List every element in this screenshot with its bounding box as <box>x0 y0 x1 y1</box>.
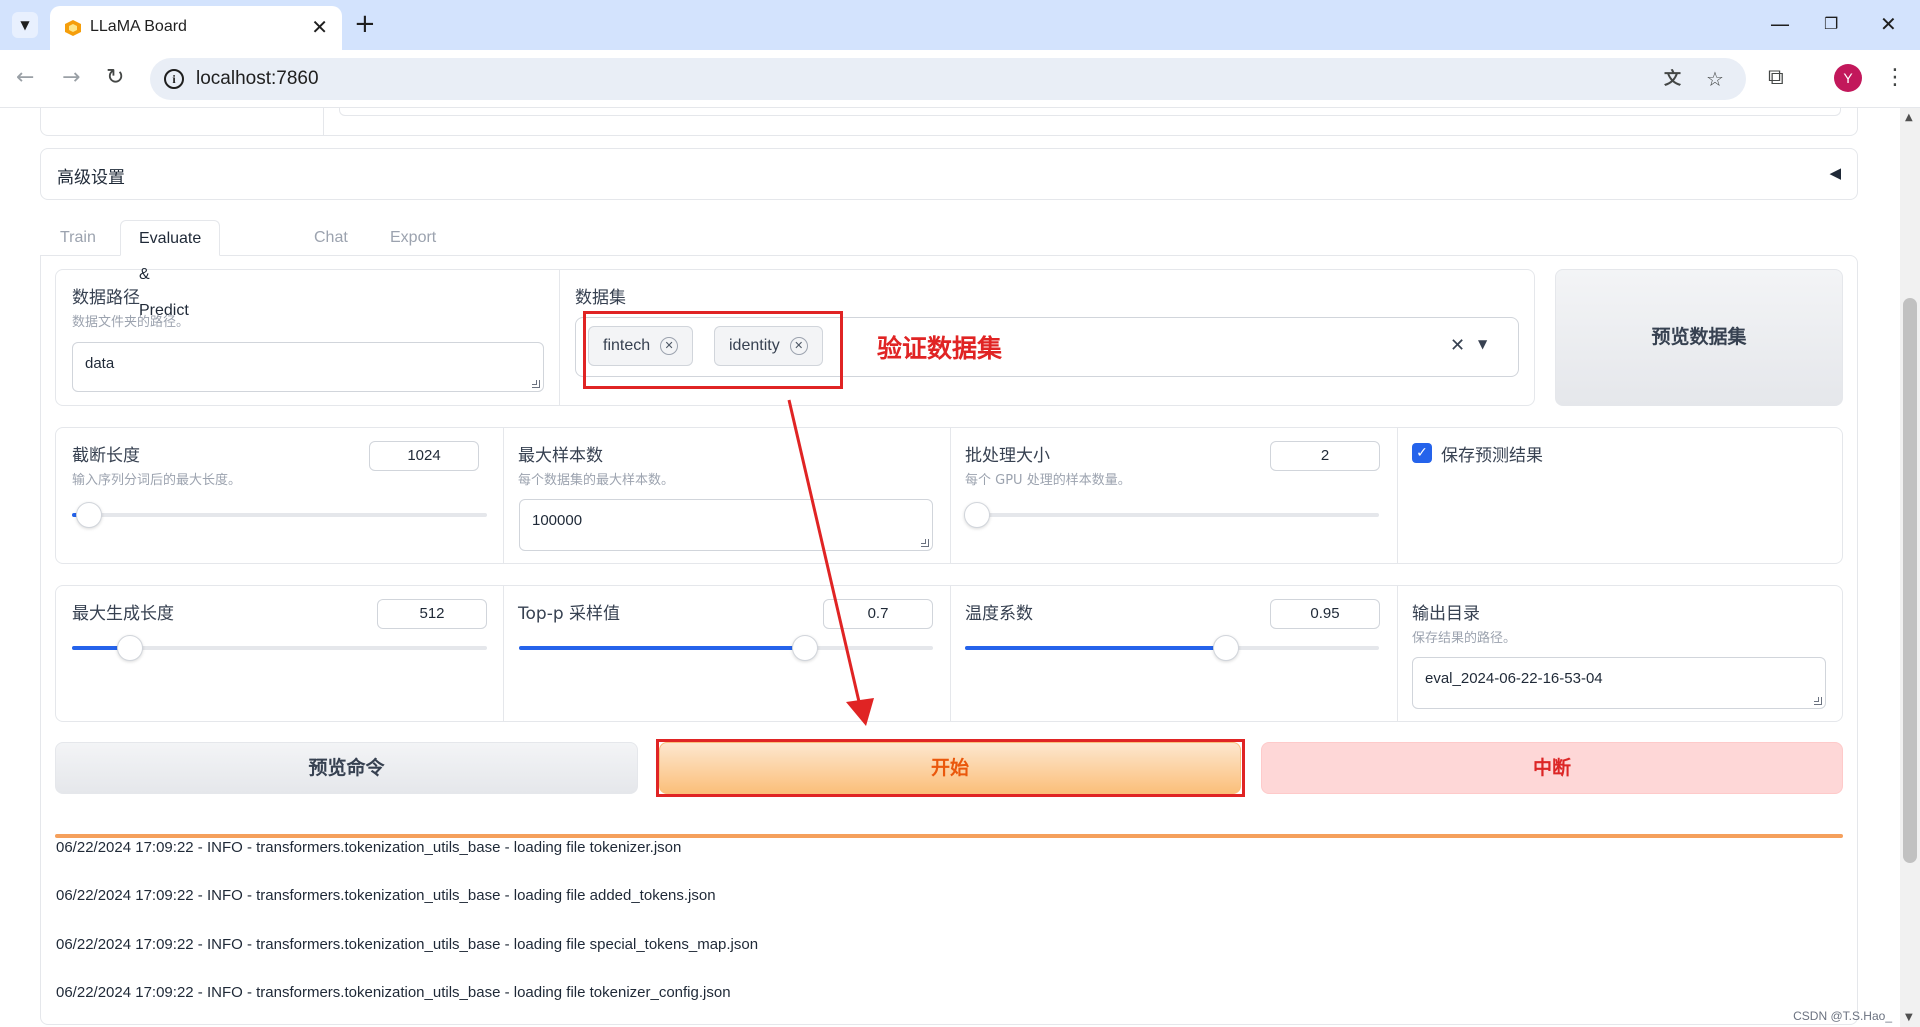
advanced-settings-title: 高级设置 <box>57 168 125 188</box>
preview-dataset-button[interactable]: 预览数据集 <box>1555 269 1843 406</box>
divider <box>1397 428 1398 563</box>
address-bar[interactable]: i localhost:7860 文 ☆ <box>150 58 1746 100</box>
browser-menu-icon[interactable]: ⋮ <box>1884 66 1906 90</box>
cutoff-len-label: 截断长度 <box>72 446 140 466</box>
dataset-dir-value: data <box>85 355 115 372</box>
previous-panel-input[interactable] <box>339 108 1841 116</box>
progress-bar <box>55 834 1843 838</box>
translate-icon[interactable]: 文 <box>1664 68 1681 90</box>
predict-checkbox[interactable]: ✓ <box>1412 443 1432 463</box>
start-annotation-box <box>656 739 1245 797</box>
url-text: localhost:7860 <box>196 68 319 89</box>
tab-close-icon[interactable]: ✕ <box>311 15 328 39</box>
forward-icon[interactable]: → <box>62 66 80 90</box>
divider <box>503 586 504 721</box>
max-samples-label: 最大样本数 <box>518 446 603 466</box>
slider-knob[interactable] <box>75 502 102 528</box>
scroll-thumb[interactable] <box>1903 298 1917 863</box>
cutoff-len-number[interactable]: 1024 <box>369 441 479 471</box>
dataset-dir-input[interactable]: data <box>72 342 544 392</box>
restore-icon[interactable]: ❐ <box>1824 12 1838 36</box>
predict-label: 保存预测结果 <box>1441 446 1543 466</box>
dataset-label: 数据集 <box>575 288 626 308</box>
temperature-label: 温度系数 <box>965 604 1033 624</box>
temperature-slider[interactable] <box>965 635 1379 661</box>
divider <box>950 428 951 563</box>
watermark: CSDN @T.S.Hao_ <box>1793 1009 1892 1023</box>
reload-icon[interactable]: ↻ <box>106 66 124 90</box>
divider <box>1397 586 1398 721</box>
tab-title: LLaMA Board <box>90 18 187 35</box>
page-content: 高级设置 ◀ Train Evaluate & Predict Chat Exp… <box>0 108 1900 1027</box>
log-line: 06/22/2024 17:09:22 - INFO - transformer… <box>56 984 731 1001</box>
extensions-icon[interactable]: ⧉ <box>1768 66 1784 90</box>
stop-button[interactable]: 中断 <box>1261 742 1843 794</box>
output-dir-value: eval_2024-06-22-16-53-04 <box>1425 670 1603 687</box>
preview-command-button[interactable]: 预览命令 <box>55 742 638 794</box>
bookmark-star-icon[interactable]: ☆ <box>1706 68 1724 90</box>
resize-handle-icon[interactable] <box>921 539 929 547</box>
top-p-number[interactable]: 0.7 <box>823 599 933 629</box>
slider-knob[interactable] <box>117 635 144 661</box>
output-dir-label: 输出目录 <box>1412 604 1480 624</box>
max-new-tokens-label: 最大生成长度 <box>72 604 174 624</box>
llama-board-favicon-icon <box>65 20 81 36</box>
params-row-1 <box>55 427 1843 564</box>
browser-toolbar: ← → ↻ i localhost:7860 文 ☆ ⧉ Y ⋮ <box>0 50 1920 108</box>
max-samples-input[interactable]: 100000 <box>519 499 933 551</box>
slider-knob[interactable] <box>1212 635 1239 661</box>
tab-chat[interactable]: Chat <box>314 220 348 256</box>
annotation-label: 验证数据集 <box>877 334 1003 363</box>
cutoff-len-slider[interactable] <box>72 502 487 528</box>
previous-panel <box>40 108 1858 136</box>
top-p-label: Top-p 采样值 <box>518 604 621 624</box>
browser-tab-strip: ▼ LLaMA Board ✕ + — ❐ ✕ <box>0 0 1920 50</box>
resize-handle-icon[interactable] <box>1814 697 1822 705</box>
scroll-up-arrow-icon[interactable]: ▲ <box>1905 112 1913 123</box>
batch-size-slider[interactable] <box>964 502 1379 528</box>
page-scrollbar[interactable]: ▲ ▼ <box>1900 108 1920 1027</box>
log-line: 06/22/2024 17:09:22 - INFO - transformer… <box>56 887 716 904</box>
log-line: 06/22/2024 17:09:22 - INFO - transformer… <box>56 839 682 856</box>
divider <box>503 428 504 563</box>
slider-fill <box>965 646 1226 650</box>
resize-handle-icon[interactable] <box>532 380 540 388</box>
previous-panel-divider <box>323 108 324 135</box>
tab-export[interactable]: Export <box>390 220 436 256</box>
divider <box>950 586 951 721</box>
scroll-down-arrow-icon[interactable]: ▼ <box>1905 1012 1913 1023</box>
tab-evaluate-predict[interactable]: Evaluate & Predict <box>120 220 221 319</box>
output-dir-info: 保存结果的路径。 <box>1412 631 1517 646</box>
window-close-icon[interactable]: ✕ <box>1880 12 1897 36</box>
max-samples-value: 100000 <box>532 512 583 529</box>
batch-size-info: 每个 GPU 处理的样本数量。 <box>965 473 1131 488</box>
browser-tab[interactable]: LLaMA Board ✕ <box>50 6 342 50</box>
dataset-row-divider <box>559 270 560 405</box>
collapse-arrow-icon[interactable]: ◀ <box>1829 164 1841 182</box>
back-icon[interactable]: ← <box>16 66 34 90</box>
clear-selection-icon[interactable]: ✕ <box>1450 335 1465 356</box>
max-samples-info: 每个数据集的最大样本数。 <box>518 473 675 488</box>
top-p-slider[interactable] <box>519 635 933 661</box>
slider-knob[interactable] <box>791 635 818 661</box>
max-new-tokens-slider[interactable] <box>72 635 487 661</box>
cutoff-len-info: 输入序列分词后的最大长度。 <box>72 473 242 488</box>
new-tab-icon[interactable]: + <box>354 10 376 38</box>
advanced-settings-accordion[interactable]: 高级设置 ◀ <box>40 148 1858 200</box>
batch-size-label: 批处理大小 <box>965 446 1050 466</box>
minimize-icon[interactable]: — <box>1770 12 1790 36</box>
dropdown-arrow-icon[interactable]: ▼ <box>1478 337 1487 351</box>
max-new-tokens-number[interactable]: 512 <box>377 599 487 629</box>
site-info-icon[interactable]: i <box>164 69 184 89</box>
tab-train[interactable]: Train <box>60 220 96 256</box>
temperature-number[interactable]: 0.95 <box>1270 599 1380 629</box>
profile-avatar[interactable]: Y <box>1834 64 1862 92</box>
log-line: 06/22/2024 17:09:22 - INFO - transformer… <box>56 936 759 953</box>
dataset-dir-label: 数据路径 <box>72 288 140 308</box>
tab-search-button[interactable]: ▼ <box>12 12 38 38</box>
output-dir-input[interactable]: eval_2024-06-22-16-53-04 <box>1412 657 1826 709</box>
batch-size-number[interactable]: 2 <box>1270 441 1380 471</box>
annotation-box <box>583 311 843 389</box>
slider-fill <box>519 646 805 650</box>
